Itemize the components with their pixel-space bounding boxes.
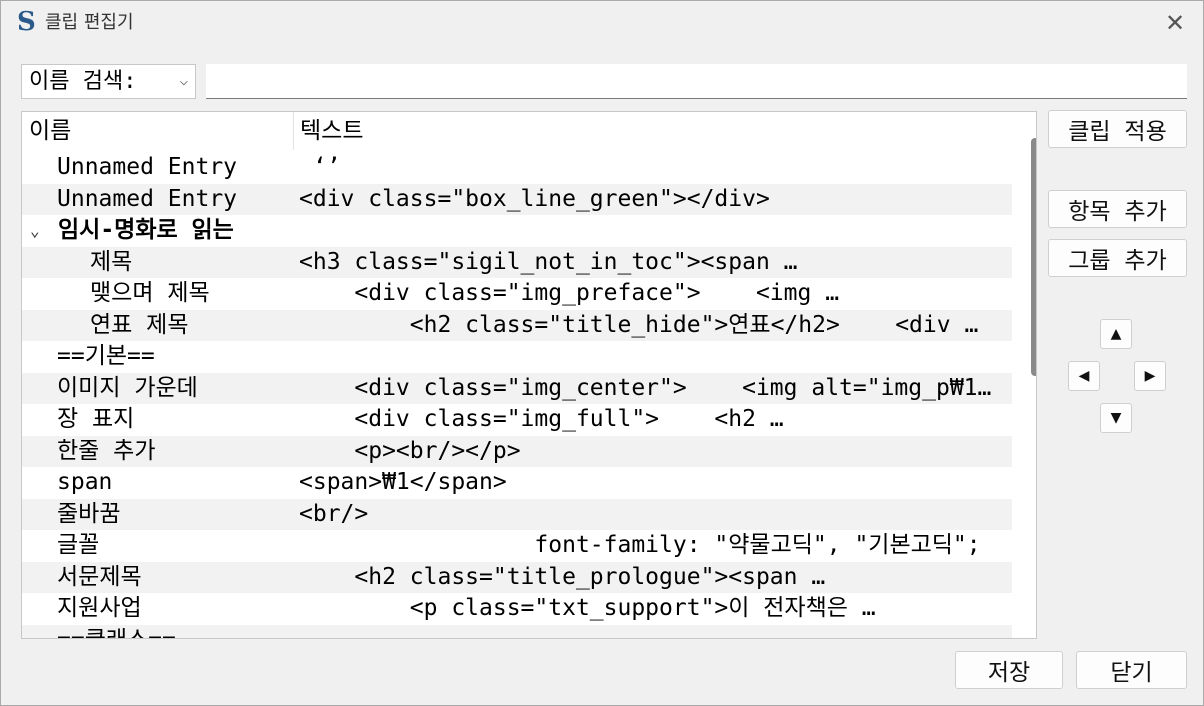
tree-row[interactable]: 줄바꿈 <br/>: [22, 498, 1012, 530]
row-text: <span>₩1</span>: [299, 469, 507, 495]
move-down-button[interactable]: ▼: [1100, 403, 1132, 433]
row-name: 맺으며 제목: [90, 280, 210, 306]
row-name: 임시-명화로 읽는: [58, 217, 234, 243]
row-name: 지원사업: [57, 595, 142, 621]
tree-row[interactable]: Unnamed Entry ‘’: [22, 152, 1012, 184]
tree-row[interactable]: 맺으며 제목 <div class="img_preface"> <img …: [22, 278, 1012, 310]
tree-rows: Unnamed Entry ‘’ Unnamed Entry <div class=…: [22, 152, 1012, 639]
row-name: 서문제목: [57, 563, 142, 590]
row-text: <div class="img_preface"> <img …: [299, 280, 840, 306]
search-mode-select[interactable]: 이름 검색: ⌵: [21, 64, 196, 99]
add-item-button[interactable]: 항목 추가: [1048, 190, 1187, 228]
add-group-button[interactable]: 그룹 추가: [1048, 239, 1187, 277]
chevron-down-icon[interactable]: ⌄: [30, 215, 40, 247]
row-name: 글꼴: [57, 532, 100, 558]
row-name: 한줄 추가: [57, 437, 156, 464]
tree-row[interactable]: 장 표지 <div class="img_full"> <h2 …: [22, 404, 1012, 436]
column-header-name[interactable]: 이름: [29, 116, 71, 146]
arrow-up-icon: ▲: [1110, 326, 1122, 342]
tree-row[interactable]: 이미지 가운데 <div class="img_center"> <img al…: [22, 372, 1012, 404]
tree-row[interactable]: ==클래스==: [22, 624, 1012, 639]
tree-row[interactable]: 연표 제목 <h2 class="title_hide">연표</h2> <di…: [22, 309, 1012, 341]
column-header-text[interactable]: 텍스트: [300, 116, 363, 146]
row-text: <p class="txt_support">이 전자책은 …: [299, 595, 876, 621]
row-name: 줄바꿈: [57, 500, 121, 527]
tree-row[interactable]: 서문제목 <h2 class="title_prologue"><span …: [22, 561, 1012, 593]
tree-row[interactable]: Unnamed Entry <div class="box_line_green"…: [22, 183, 1012, 215]
tree-row[interactable]: 글꼴 font-family: "약물고딕", "기본고딕";: [22, 530, 1012, 562]
row-text: <h3 class="sigil_not_in_toc"><span …: [299, 248, 798, 275]
clip-editor-window: S 클립 편집기 ✕ 이름 검색: ⌵ 이름 텍스트 Unnamed Entry…: [0, 0, 1204, 706]
row-text: <div class="img_full"> <h2 …: [299, 406, 784, 432]
row-name: 연표 제목: [90, 311, 189, 338]
arrow-right-icon: ▶: [1144, 368, 1156, 384]
row-name: 이미지 가운데: [57, 374, 198, 401]
row-name: 장 표지: [57, 406, 135, 432]
move-up-button[interactable]: ▲: [1100, 319, 1132, 349]
row-text: ‘’: [299, 154, 341, 180]
row-name: span: [57, 469, 113, 495]
row-text: <div class="box_line_green"></div>: [299, 185, 770, 212]
search-input[interactable]: [206, 64, 1187, 99]
row-text: <p><br/></p>: [299, 437, 521, 464]
tree-row[interactable]: ==기본==: [22, 341, 1012, 373]
close-icon: ✕: [1164, 9, 1186, 37]
row-text: <br/>: [299, 500, 369, 527]
row-name: ==기본==: [57, 343, 155, 369]
tree-row[interactable]: 제목 <h3 class="sigil_not_in_toc"><span …: [22, 246, 1012, 278]
vertical-scrollbar[interactable]: [1030, 113, 1036, 638]
close-window-button[interactable]: ✕: [1155, 5, 1195, 41]
search-mode-label: 이름 검색:: [29, 69, 137, 94]
apply-clip-button[interactable]: 클립 적용: [1048, 110, 1187, 148]
tree-row[interactable]: 한줄 추가 <p><br/></p>: [22, 435, 1012, 467]
row-text: font-family: "약물고딕", "기본고딕";: [299, 532, 981, 558]
move-left-button[interactable]: ◀: [1068, 361, 1100, 391]
clip-tree[interactable]: 이름 텍스트 Unnamed Entry ‘’ Unnamed Entry <div…: [21, 111, 1037, 639]
column-divider[interactable]: [293, 112, 294, 150]
row-name: 제목: [90, 248, 133, 275]
move-right-button[interactable]: ▶: [1134, 361, 1166, 391]
tree-group-row[interactable]: ⌄ 임시-명화로 읽는: [22, 215, 1012, 247]
arrow-down-icon: ▼: [1110, 410, 1122, 426]
app-logo-icon: S: [17, 7, 36, 37]
row-name: ==클래스==: [57, 625, 176, 639]
chevron-down-icon: ⌵: [179, 73, 188, 89]
window-title: 클립 편집기: [45, 12, 134, 33]
row-text: <h2 class="title_prologue"><span …: [299, 563, 826, 590]
tree-row[interactable]: span <span>₩1</span>: [22, 467, 1012, 499]
title-bar: S 클립 편집기 ✕: [1, 1, 1203, 45]
tree-header: 이름 텍스트: [22, 112, 1012, 150]
row-text: <h2 class="title_hide">연표</h2> <div …: [299, 311, 979, 338]
row-text: <div class="img_center"> <img alt="img_p…: [299, 374, 992, 401]
tree-row[interactable]: 지원사업 <p class="txt_support">이 전자책은 …: [22, 593, 1012, 625]
save-button[interactable]: 저장: [955, 651, 1063, 689]
close-button[interactable]: 닫기: [1076, 651, 1187, 689]
scrollbar-thumb[interactable]: [1031, 138, 1036, 376]
row-name: Unnamed Entry: [57, 154, 238, 180]
arrow-left-icon: ◀: [1078, 368, 1090, 384]
search-row: 이름 검색: ⌵: [21, 64, 1187, 99]
row-name: Unnamed Entry: [57, 185, 238, 212]
